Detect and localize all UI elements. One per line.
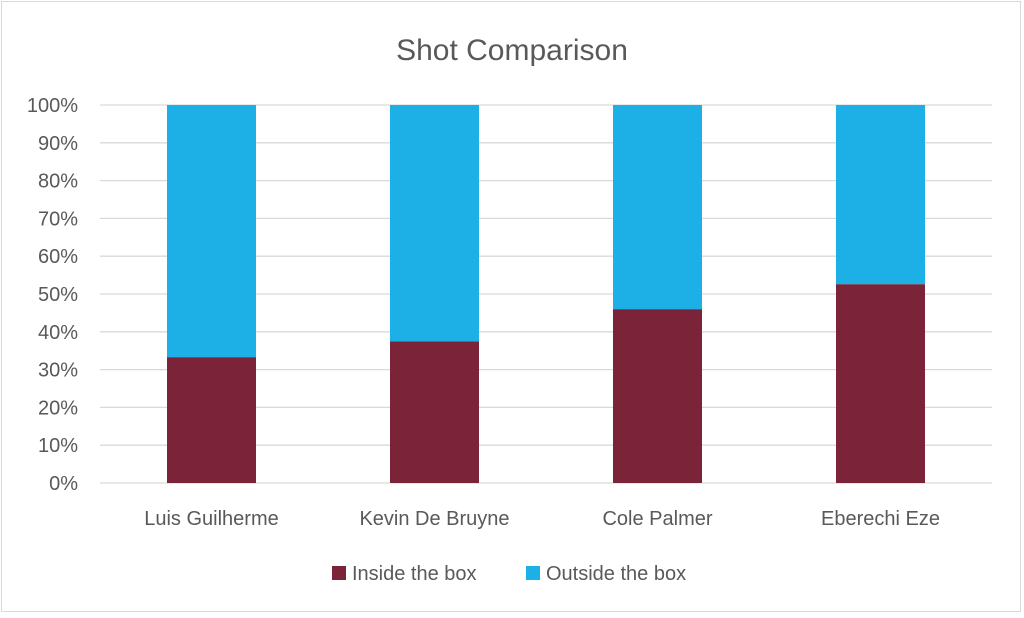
y-tick-label: 0%	[49, 473, 78, 495]
chart-title: Shot Comparison	[396, 34, 628, 67]
y-tick-label: 100%	[27, 95, 78, 117]
legend-swatch	[526, 566, 540, 580]
x-tick-label: Kevin De Bruyne	[359, 508, 509, 530]
bar-outside	[167, 105, 256, 358]
legend-swatch	[332, 566, 346, 580]
y-tick-label: 10%	[38, 435, 78, 457]
y-tick-label: 80%	[38, 171, 78, 193]
legend-label: Inside the box	[352, 563, 477, 585]
x-tick-label: Luis Guilherme	[144, 508, 279, 530]
x-tick-label: Cole Palmer	[602, 508, 712, 530]
legend-label: Outside the box	[546, 563, 686, 585]
y-tick-label: 20%	[38, 397, 78, 419]
y-tick-label: 30%	[38, 360, 78, 382]
bar-outside	[836, 105, 925, 285]
y-tick-label: 60%	[38, 246, 78, 268]
bar-outside	[613, 105, 702, 310]
chart-svg: Shot Comparison 0% 10% 20% 30% 40% 50% 60% 70% 8…	[27, 34, 992, 585]
x-axis: Luis Guilherme Kevin De Bruyne Cole Palmer…	[144, 508, 940, 530]
bar-inside	[390, 341, 479, 483]
y-tick-label: 70%	[38, 208, 78, 230]
chart-area: Shot Comparison 0% 10% 20% 30% 40% 50% 60% 70% 8…	[1, 1, 1021, 612]
y-tick-label: 90%	[38, 133, 78, 155]
bar-inside	[613, 309, 702, 483]
y-axis: 0% 10% 20% 30% 40% 50% 60% 70% 80% 90% 100%	[27, 95, 78, 495]
y-tick-label: 50%	[38, 284, 78, 306]
x-tick-label: Eberechi Eze	[821, 508, 940, 530]
bar-inside	[167, 357, 256, 483]
bar-outside	[390, 105, 479, 342]
y-tick-label: 40%	[38, 322, 78, 344]
bar-inside	[836, 284, 925, 483]
legend: Inside the box Outside the box	[332, 563, 686, 585]
